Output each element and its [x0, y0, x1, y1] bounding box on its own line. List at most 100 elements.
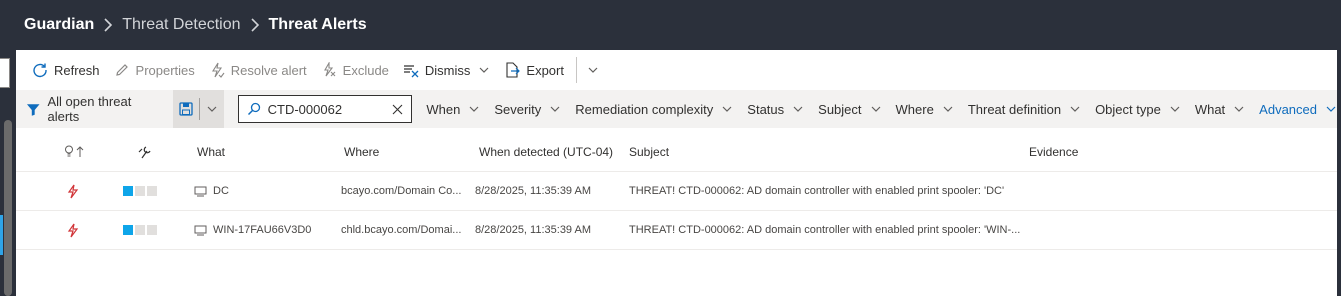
left-panel-box — [0, 58, 10, 88]
cell-when: 8/28/2025, 11:35:39 AM — [475, 185, 591, 197]
filter-severity[interactable]: Severity — [494, 102, 561, 117]
dismiss-label: Dismiss — [424, 62, 471, 78]
column-what[interactable]: What — [197, 132, 225, 171]
filter-subject[interactable]: Subject — [818, 102, 881, 117]
chevron-down-icon — [469, 106, 479, 112]
chevron-right-icon — [250, 18, 260, 32]
breadcrumb: Guardian Threat Detection Threat Alerts — [0, 0, 1341, 50]
pencil-icon — [115, 64, 128, 76]
filter-status[interactable]: Status — [747, 102, 804, 117]
cell-when: 8/28/2025, 11:35:39 AM — [475, 224, 591, 236]
cell-what: WIN-17FAU66V3D0 — [213, 224, 312, 236]
chevron-down-icon — [1070, 106, 1080, 112]
filter-where[interactable]: Where — [896, 102, 954, 117]
threat-lightning-icon — [66, 211, 80, 249]
column-remediation[interactable] — [137, 132, 153, 171]
column-where[interactable]: Where — [344, 132, 379, 171]
column-evidence[interactable]: Evidence — [1029, 132, 1078, 171]
table-header: What Where When detected (UTC-04) Subjec… — [16, 132, 1337, 172]
export-button[interactable]: Export — [498, 55, 570, 85]
properties-button[interactable]: Properties — [108, 55, 201, 85]
save-view-group — [172, 90, 224, 128]
right-panel-edge — [1337, 50, 1341, 296]
severity-indicator — [123, 211, 157, 249]
filter-label: Threat definition — [967, 101, 1062, 117]
filter-advanced[interactable]: Advanced — [1259, 102, 1337, 117]
toolbar-divider — [575, 57, 577, 83]
filter-label: Remediation complexity — [575, 101, 714, 117]
save-icon[interactable] — [178, 102, 193, 116]
filter-icon — [26, 103, 40, 116]
cell-subject: THREAT! CTD-000062: AD domain controller… — [629, 185, 1005, 197]
filter-threat-definition[interactable]: Threat definition — [968, 102, 1081, 117]
severity-indicator — [123, 172, 157, 210]
alerts-table: What Where When detected (UTC-04) Subjec… — [16, 132, 1337, 250]
exclude-button[interactable]: Exclude — [315, 55, 395, 85]
refresh-icon — [33, 63, 47, 78]
export-icon — [506, 62, 521, 78]
close-icon[interactable] — [392, 104, 403, 115]
left-scrollbar[interactable] — [4, 120, 12, 296]
filter-label: Where — [895, 101, 934, 117]
dismiss-icon — [403, 65, 419, 78]
dismiss-button[interactable]: Dismiss — [397, 55, 497, 85]
breadcrumb-threat-detection[interactable]: Threat Detection — [122, 16, 240, 34]
exclude-icon — [323, 62, 336, 77]
chevron-down-icon — [943, 106, 953, 112]
left-panel-edge — [0, 50, 16, 296]
chevron-down-icon — [871, 106, 880, 112]
save-divider — [198, 98, 200, 120]
chevron-down-icon — [793, 106, 803, 112]
filter-label: When — [426, 101, 461, 117]
chevron-right-icon — [103, 18, 113, 32]
filter-label: Subject — [818, 101, 862, 117]
column-when[interactable]: When detected (UTC-04) — [479, 132, 613, 171]
resolve-alert-label: Resolve alert — [230, 62, 307, 78]
cell-subject: THREAT! CTD-000062: AD domain controller… — [629, 224, 1021, 236]
computer-icon — [194, 211, 207, 249]
sort-arrow-up-icon — [76, 145, 84, 157]
search-value: CTD-000062 — [267, 101, 343, 117]
breadcrumb-guardian[interactable]: Guardian — [24, 16, 94, 34]
table-row[interactable]: DC bcayo.com/Domain Co... 8/28/2025, 11:… — [16, 172, 1337, 211]
command-toolbar: Refresh Properties Resolve alert Exclude… — [16, 50, 1337, 90]
column-subject[interactable]: Subject — [629, 132, 669, 171]
more-commands-button[interactable] — [581, 55, 611, 85]
resolve-alert-button[interactable]: Resolve alert — [203, 55, 313, 85]
left-accent — [0, 215, 3, 255]
exclude-label: Exclude — [342, 62, 389, 78]
export-label: Export — [526, 62, 564, 78]
chevron-down-icon — [722, 106, 732, 112]
cell-where: bcayo.com/Domain Co... — [341, 185, 462, 197]
breadcrumb-threat-alerts: Threat Alerts — [268, 16, 367, 33]
properties-label: Properties — [135, 62, 195, 78]
filter-label: Object type — [1095, 101, 1161, 117]
column-severity-sort[interactable] — [64, 132, 84, 171]
lightbulb-icon — [65, 145, 73, 157]
computer-icon — [194, 172, 207, 210]
search-input[interactable]: CTD-000062 — [237, 95, 413, 123]
filter-remediation-complexity[interactable]: Remediation complexity — [575, 102, 733, 117]
filter-label: Advanced — [1259, 101, 1317, 117]
saved-view-selector[interactable]: All open threat alerts — [16, 90, 171, 128]
filter-label: Status — [747, 101, 785, 117]
table-row[interactable]: WIN-17FAU66V3D0 chld.bcayo.com/Domai... … — [16, 211, 1337, 250]
wrench-icon — [138, 145, 151, 158]
chevron-down-icon — [550, 106, 560, 112]
threat-lightning-icon — [66, 172, 80, 210]
chevron-down-icon[interactable] — [206, 103, 218, 115]
chevron-down-icon — [588, 67, 598, 73]
cell-where: chld.bcayo.com/Domai... — [341, 224, 462, 236]
filter-label: What — [1194, 101, 1226, 117]
chevron-down-icon — [479, 67, 489, 73]
chevron-down-icon — [1326, 106, 1336, 112]
resolve-lightning-icon — [211, 62, 225, 78]
filter-when[interactable]: When — [426, 102, 480, 117]
cell-what: DC — [213, 185, 229, 197]
refresh-label: Refresh — [54, 62, 100, 78]
filter-object-type[interactable]: Object type — [1095, 102, 1181, 117]
chevron-down-icon — [1234, 106, 1244, 112]
refresh-button[interactable]: Refresh — [26, 55, 106, 85]
search-icon — [247, 102, 260, 116]
filter-what[interactable]: What — [1195, 102, 1245, 117]
